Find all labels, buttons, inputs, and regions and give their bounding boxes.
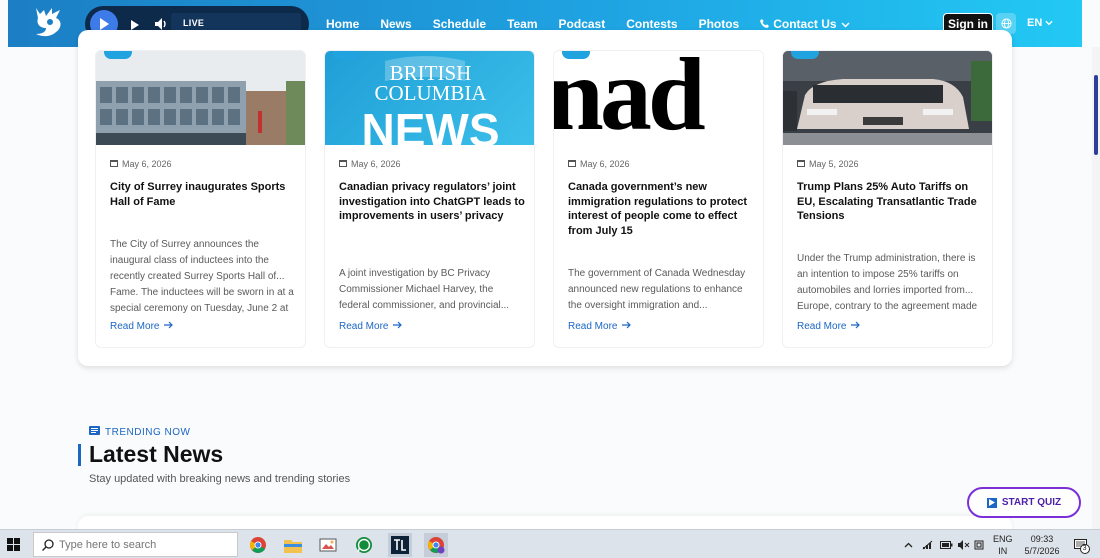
calendar-icon: [568, 159, 576, 169]
nav-contests[interactable]: Contests: [626, 17, 677, 31]
card-excerpt: The City of Surrey announces the inaugur…: [110, 239, 294, 314]
play-icon: [986, 497, 997, 508]
card-image[interactable]: BRITISH COLUMBIA NEWS: [325, 51, 534, 145]
phone-icon: [760, 17, 770, 31]
news-card[interactable]: May 6, 2026 City of Surrey inaugurates S…: [95, 50, 306, 348]
section-title: Latest News: [89, 441, 224, 467]
arrow-right-icon: [164, 321, 174, 332]
clock[interactable]: 09:33 5/7/2026: [1025, 533, 1060, 557]
volume-mute-icon[interactable]: [958, 539, 970, 550]
card-title[interactable]: Trump Plans 25% Auto Tariffs on EU, Esca…: [797, 180, 983, 224]
read-more-link[interactable]: Read More: [339, 321, 403, 332]
taskbar-search[interactable]: [33, 532, 238, 557]
chrome-profile-icon[interactable]: [424, 533, 448, 557]
card-image[interactable]: nad: [554, 51, 763, 145]
notification-count: 3: [1079, 543, 1090, 554]
card-title[interactable]: City of Surrey inaugurates Sports Hall o…: [110, 180, 296, 209]
category-badge: [562, 51, 590, 59]
tl-app-icon[interactable]: [388, 533, 412, 557]
newspaper-icon: [89, 426, 100, 438]
image-caption-large: NEWS: [361, 104, 500, 145]
language-selector[interactable]: EN: [1027, 17, 1053, 29]
chrome-icon[interactable]: [246, 533, 270, 557]
nav-podcast[interactable]: Podcast: [559, 17, 606, 31]
news-card[interactable]: BRITISH COLUMBIA NEWS May 6, 2026 Canadi…: [324, 50, 535, 348]
chevron-down-icon: [1045, 17, 1053, 29]
system-tray: ENG IN 09:33 5/7/2026 3: [904, 530, 1090, 558]
news-card[interactable]: nad May 6, 2026 Canada government’s new …: [553, 50, 764, 348]
notification-icon[interactable]: 3: [1073, 538, 1090, 554]
category-badge: [104, 51, 132, 59]
chevron-down-icon: [841, 17, 850, 31]
card-excerpt: A joint investigation by BC Privacy Comm…: [339, 268, 510, 311]
category-badge: [333, 51, 361, 59]
battery-icon[interactable]: [940, 540, 953, 549]
card-date-text: May 6, 2026: [580, 159, 630, 169]
card-date: May 6, 2026: [110, 159, 172, 169]
nav-news[interactable]: News: [380, 17, 411, 31]
calendar-icon: [110, 159, 118, 169]
read-more-label: Read More: [568, 321, 618, 332]
file-explorer-icon[interactable]: [281, 533, 305, 557]
section-subtitle: Stay updated with breaking news and tren…: [89, 473, 351, 485]
card-date-text: May 6, 2026: [122, 159, 172, 169]
card-title[interactable]: Canadian privacy regulators’ joint inves…: [339, 180, 525, 224]
card-date: May 5, 2026: [797, 159, 859, 169]
section-accent-bar: [78, 444, 81, 466]
calendar-icon: [339, 159, 347, 169]
windows-start-icon[interactable]: [7, 538, 20, 556]
live-label: LIVE: [183, 18, 205, 28]
start-quiz-label: START QUIZ: [1001, 497, 1062, 508]
card-image[interactable]: [783, 51, 992, 145]
read-more-link[interactable]: Read More: [110, 321, 174, 332]
windows-taskbar: ENG IN 09:33 5/7/2026 3: [0, 529, 1100, 558]
scrollbar-thumb[interactable]: [1094, 75, 1098, 155]
card-date-text: May 6, 2026: [351, 159, 401, 169]
network-icon[interactable]: [922, 540, 933, 550]
image-caption: BRITISH COLUMBIA: [374, 61, 487, 105]
card-excerpt: The government of Canada Wednesday annou…: [568, 268, 746, 311]
nav-team[interactable]: Team: [507, 17, 537, 31]
trending-label: TRENDING NOW: [105, 426, 191, 438]
site-logo[interactable]: [30, 4, 66, 42]
nav-photos[interactable]: Photos: [699, 17, 740, 31]
nav-schedule[interactable]: Schedule: [433, 17, 486, 31]
read-more-link[interactable]: Read More: [797, 321, 861, 332]
language-label: EN: [1027, 17, 1043, 29]
read-more-label: Read More: [110, 321, 160, 332]
photos-app-icon[interactable]: [316, 533, 340, 557]
region-code: IN: [998, 545, 1008, 556]
arrow-right-icon: [622, 321, 632, 332]
read-more-link[interactable]: Read More: [568, 321, 632, 332]
card-image[interactable]: [96, 51, 305, 145]
screen-icon[interactable]: [974, 540, 984, 550]
news-cards-panel: May 6, 2026 City of Surrey inaugurates S…: [78, 30, 1012, 366]
nav-contact-us[interactable]: Contact Us: [760, 16, 850, 31]
trending-eyebrow: TRENDING NOW: [89, 426, 190, 438]
search-icon: [42, 538, 54, 551]
card-excerpt: Under the Trump administration, there is…: [797, 253, 978, 312]
card-title[interactable]: Canada government’s new immigration regu…: [568, 180, 754, 238]
arrow-right-icon: [393, 321, 403, 332]
nav-home[interactable]: Home: [326, 17, 359, 31]
image-caption: nad: [554, 51, 706, 145]
input-language[interactable]: ENG IN: [993, 533, 1013, 557]
language-code: ENG: [993, 533, 1013, 544]
card-date: May 6, 2026: [339, 159, 401, 169]
read-more-label: Read More: [797, 321, 847, 332]
category-badge: [791, 51, 819, 59]
taskbar-search-input[interactable]: [59, 538, 229, 551]
calendar-icon: [797, 159, 805, 169]
start-quiz-button[interactable]: START QUIZ: [967, 487, 1081, 518]
card-date: May 6, 2026: [568, 159, 630, 169]
whatsapp-icon[interactable]: [352, 533, 376, 557]
arrow-right-icon: [851, 321, 861, 332]
clock-date: 5/7/2026: [1024, 545, 1060, 556]
card-date-text: May 5, 2026: [809, 159, 859, 169]
news-card[interactable]: May 5, 2026 Trump Plans 25% Auto Tariffs…: [782, 50, 993, 348]
clock-time: 09:33: [1030, 533, 1054, 544]
read-more-label: Read More: [339, 321, 389, 332]
chevron-up-icon[interactable]: [904, 542, 913, 548]
contact-us-label: Contact Us: [773, 16, 837, 31]
